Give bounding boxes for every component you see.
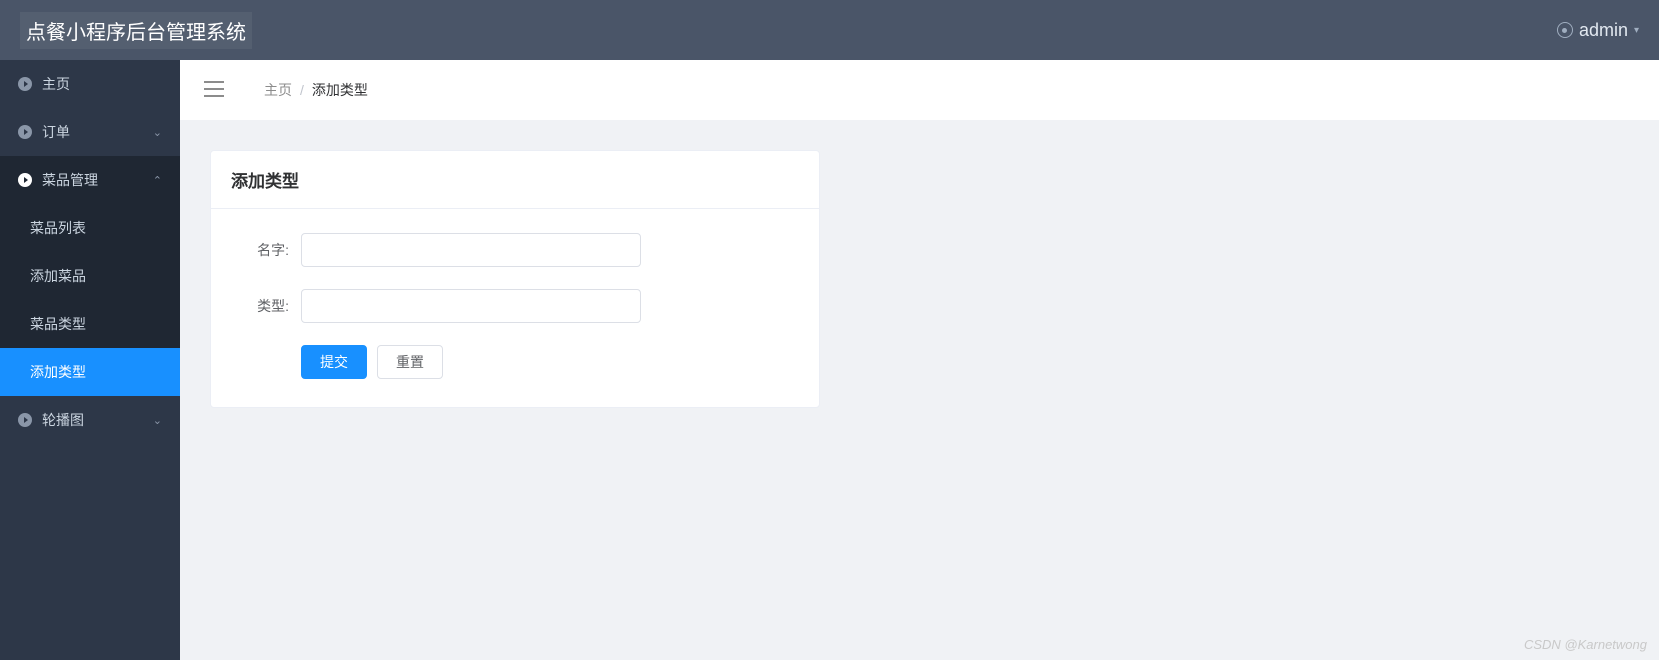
- app-title: 点餐小程序后台管理系统: [20, 12, 252, 49]
- sidebar-label: 菜品列表: [30, 218, 86, 238]
- sidebar-item-orders[interactable]: 订单 ⌄: [0, 108, 180, 156]
- breadcrumb: 主页 / 添加类型: [264, 80, 368, 100]
- app-header: 点餐小程序后台管理系统 admin ▾: [0, 0, 1659, 60]
- sidebar-item-carousel[interactable]: 轮播图 ⌄: [0, 396, 180, 444]
- sidebar-label: 主页: [42, 74, 70, 94]
- nav-icon: [18, 77, 32, 91]
- name-label: 名字:: [241, 240, 301, 260]
- topbar: 主页 / 添加类型: [180, 60, 1659, 120]
- chevron-down-icon: ⌄: [153, 414, 162, 427]
- username: admin: [1579, 20, 1628, 41]
- sidebar-label: 添加菜品: [30, 266, 86, 286]
- main-content: 主页 / 添加类型 添加类型 名字: 类型: 提交: [180, 60, 1659, 660]
- nav-icon: [18, 173, 32, 187]
- user-menu[interactable]: admin ▾: [1557, 20, 1639, 41]
- form-card: 添加类型 名字: 类型: 提交 重置: [210, 150, 820, 408]
- reset-button[interactable]: 重置: [377, 345, 443, 379]
- chevron-up-icon: ⌃: [153, 174, 162, 187]
- breadcrumb-current: 添加类型: [312, 80, 368, 100]
- sidebar-item-add-type[interactable]: 添加类型: [0, 348, 180, 396]
- sidebar-label: 添加类型: [30, 362, 86, 382]
- nav-icon: [18, 413, 32, 427]
- breadcrumb-home[interactable]: 主页: [264, 80, 292, 100]
- user-icon: [1557, 22, 1573, 38]
- sidebar-label: 轮播图: [42, 410, 84, 430]
- chevron-down-icon: ⌄: [153, 126, 162, 139]
- sidebar-item-dish-list[interactable]: 菜品列表: [0, 204, 180, 252]
- name-input[interactable]: [301, 233, 641, 267]
- sidebar-item-add-dish[interactable]: 添加菜品: [0, 252, 180, 300]
- card-title: 添加类型: [211, 151, 819, 209]
- sidebar: 主页 订单 ⌄ 菜品管理 ⌃ 菜品列表 添加菜品 菜品类型 添加类型 轮播图 ⌄: [0, 60, 180, 660]
- sidebar-item-dish-type[interactable]: 菜品类型: [0, 300, 180, 348]
- sidebar-item-dish-mgmt[interactable]: 菜品管理 ⌃: [0, 156, 180, 204]
- nav-icon: [18, 125, 32, 139]
- breadcrumb-separator: /: [300, 82, 304, 98]
- type-input[interactable]: [301, 289, 641, 323]
- sidebar-item-home[interactable]: 主页: [0, 60, 180, 108]
- chevron-down-icon: ▾: [1634, 25, 1639, 36]
- submit-button[interactable]: 提交: [301, 345, 367, 379]
- hamburger-icon[interactable]: [204, 81, 224, 100]
- sidebar-label: 菜品类型: [30, 314, 86, 334]
- sidebar-label: 订单: [42, 122, 70, 142]
- type-label: 类型:: [241, 296, 301, 316]
- sidebar-label: 菜品管理: [42, 170, 98, 190]
- watermark: CSDN @Karnetwong: [1524, 637, 1647, 652]
